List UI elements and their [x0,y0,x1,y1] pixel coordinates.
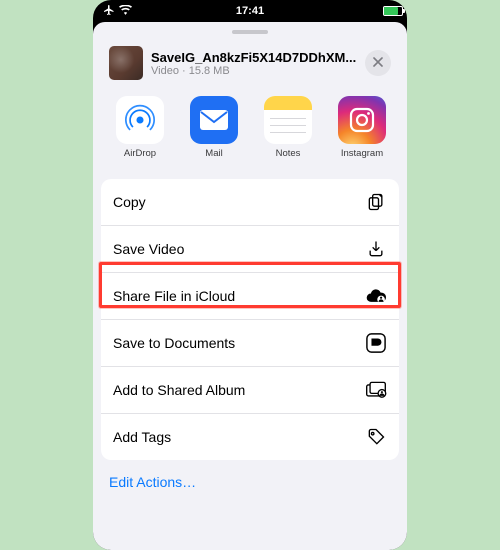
airdrop-icon [116,96,164,144]
shared-album-icon [365,379,387,401]
charging-icon: ⚡︎ [391,6,397,17]
action-add-tags[interactable]: Add Tags [101,413,399,460]
close-icon [373,54,383,72]
share-target-label: Notes [257,148,319,159]
share-target-instagram[interactable]: Instagram [331,96,393,159]
airplane-mode-icon [103,4,115,19]
icloud-share-icon [365,285,387,307]
copy-icon [365,191,387,213]
clock: 17:41 [201,5,299,17]
tag-icon [365,426,387,448]
file-name: SaveIG_An8kzFi5X14D7DDhXM... [151,50,365,65]
action-label: Save Video [113,241,184,257]
notes-icon [264,96,312,144]
device-frame: 17:41 ⚡︎ SaveIG_An8kzFi5X14D7DDhXM... Vi… [93,0,407,550]
share-target-label: Instagram [331,148,393,159]
share-target-airdrop[interactable]: AirDrop [109,96,171,159]
edit-actions-link[interactable]: Edit Actions… [93,460,407,504]
share-target-label: Mail [183,148,245,159]
file-thumbnail [109,46,143,80]
actions-list: Copy Save Video Share File in iCloud Sav… [101,179,399,460]
share-targets-row: AirDrop Mail Notes [101,90,399,171]
download-icon [365,238,387,260]
action-share-icloud[interactable]: Share File in iCloud [101,272,399,319]
action-label: Add Tags [113,429,171,445]
documents-app-icon [365,332,387,354]
mail-icon [190,96,238,144]
share-sheet: SaveIG_An8kzFi5X14D7DDhXM... Video · 15.… [93,22,407,550]
instagram-icon [338,96,386,144]
action-label: Add to Shared Album [113,382,245,398]
action-save-video[interactable]: Save Video [101,225,399,272]
action-copy[interactable]: Copy [101,179,399,225]
action-label: Copy [113,194,146,210]
action-add-shared-album[interactable]: Add to Shared Album [101,366,399,413]
wifi-icon [119,5,132,18]
sheet-grabber[interactable] [232,30,268,34]
share-target-mail[interactable]: Mail [183,96,245,159]
file-subtitle: Video · 15.8 MB [151,65,365,77]
action-label: Save to Documents [113,335,235,351]
status-bar: 17:41 ⚡︎ [93,0,407,22]
action-label: Share File in iCloud [113,288,235,304]
share-target-label: AirDrop [109,148,171,159]
close-button[interactable] [365,50,391,76]
action-save-documents[interactable]: Save to Documents [101,319,399,366]
share-target-notes[interactable]: Notes [257,96,319,159]
share-header: SaveIG_An8kzFi5X14D7DDhXM... Video · 15.… [101,40,399,90]
